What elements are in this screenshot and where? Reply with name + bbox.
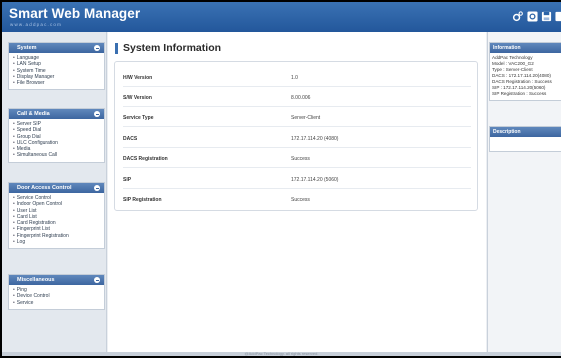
right-panel: Information AddPac Technology Model : VA…: [487, 32, 561, 352]
row-label: DACS: [123, 136, 138, 142]
sidebar-item-service[interactable]: Service: [13, 300, 104, 306]
row-label: H/W Version: [123, 75, 153, 81]
title-accent-bar: [115, 43, 118, 54]
table-row: SIP 172.17.114.20 (5060): [123, 171, 471, 189]
table-row: SIP Registration Success: [123, 191, 471, 209]
save-icon[interactable]: [541, 11, 552, 22]
section-header-door-access[interactable]: Door Access Control: [9, 183, 104, 193]
logout-icon[interactable]: [555, 11, 561, 22]
app-window: Smart Web Manager www.addpac.com System …: [2, 2, 561, 356]
sidebar-section-call-media: Call & Media Server SIP Speed Dial Group…: [8, 108, 105, 163]
row-label: SIP Registration: [123, 197, 162, 203]
collapse-icon[interactable]: [94, 45, 100, 51]
section-title: System: [17, 45, 37, 51]
sidebar-item-file-browser[interactable]: File Browser: [13, 80, 104, 86]
description-body: [490, 137, 561, 151]
sidebar-section-door-access: Door Access Control Service Control Indo…: [8, 182, 105, 250]
main-content: System Information H/W Version 1.0 S/W V…: [108, 32, 486, 352]
sidebar: System Language LAN Setup System Time Di…: [2, 32, 107, 352]
description-title: Description: [490, 127, 561, 137]
header-bar: Smart Web Manager www.addpac.com: [2, 2, 561, 32]
section-header-call-media[interactable]: Call & Media: [9, 109, 104, 119]
sidebar-section-system: System Language LAN Setup System Time Di…: [8, 42, 105, 91]
settings-gear-icon[interactable]: [512, 11, 523, 22]
collapse-icon[interactable]: [94, 111, 100, 117]
system-info-table: H/W Version 1.0 S/W Version 8.00.006 Ser…: [114, 61, 478, 211]
brand-title: Smart Web Manager: [9, 6, 141, 21]
row-value: 1.0: [291, 75, 298, 81]
table-row: DACS Registration Success: [123, 150, 471, 168]
row-value: Success: [291, 197, 310, 203]
table-row: S/W Version 8.00.006: [123, 89, 471, 107]
collapse-icon[interactable]: [94, 277, 100, 283]
info-line: SIP Registration : Success: [492, 91, 547, 96]
sidebar-item-simultaneous-call[interactable]: Simultaneous Call: [13, 152, 104, 158]
row-value: 8.00.006: [291, 95, 311, 101]
row-label: S/W Version: [123, 95, 152, 101]
table-row: DACS 172.17.114.20 (4080): [123, 130, 471, 148]
row-label: Service Type: [123, 115, 154, 121]
information-title: Information: [490, 43, 561, 53]
sidebar-item-log[interactable]: Log: [13, 239, 104, 245]
footer-copyright: @AddPac Technology. all rights reserved.: [244, 351, 319, 356]
sidebar-section-misc: Miscellaneous Ping Device Control Servic…: [8, 274, 105, 310]
page-title: System Information: [123, 42, 222, 54]
information-panel: Information AddPac Technology Model : VA…: [489, 42, 561, 101]
row-value: 172.17.114.20 (5060): [291, 177, 339, 183]
collapse-icon[interactable]: [94, 185, 100, 191]
brand-subtitle: www.addpac.com: [10, 22, 63, 27]
config-gear-icon[interactable]: [527, 11, 538, 22]
row-value: Server-Client: [291, 115, 321, 121]
description-panel: Description: [489, 126, 561, 152]
row-label: SIP: [123, 177, 132, 183]
table-row: H/W Version 1.0: [123, 69, 471, 87]
row-value: Success: [291, 156, 310, 162]
row-value: 172.17.114.20 (4080): [291, 136, 339, 142]
footer: @AddPac Technology. all rights reserved.: [2, 351, 561, 356]
section-header-system[interactable]: System: [9, 43, 104, 53]
section-title: Miscellaneous: [17, 277, 55, 283]
section-title: Call & Media: [17, 111, 50, 117]
table-row: Service Type Server-Client: [123, 109, 471, 127]
section-title: Door Access Control: [17, 185, 72, 191]
row-label: DACS Registration: [123, 156, 168, 162]
section-header-misc[interactable]: Miscellaneous: [9, 275, 104, 285]
